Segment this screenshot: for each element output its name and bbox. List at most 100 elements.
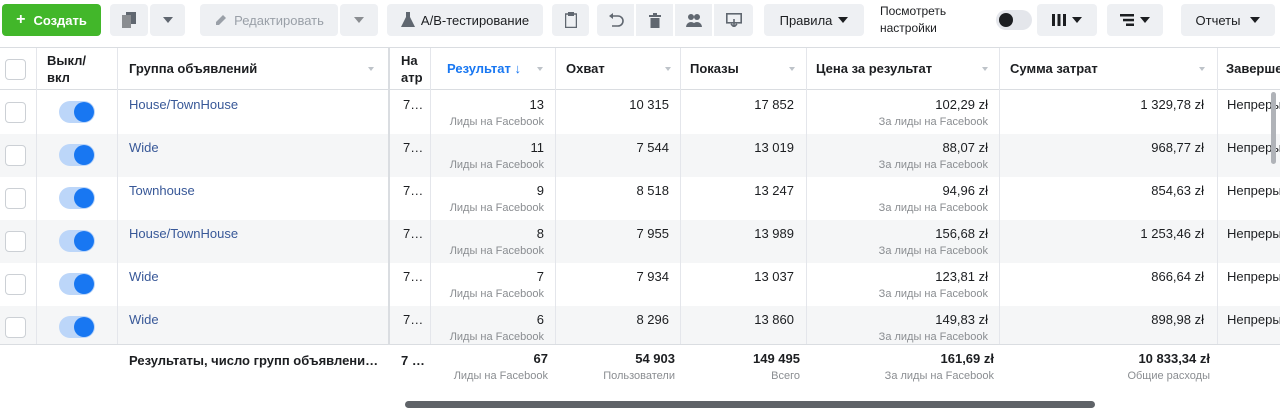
sort-icon (982, 67, 988, 71)
table-row[interactable]: Wide 7… 7 Лиды на Facebook 7 934 13 037 123,81… (0, 263, 1280, 306)
horizontal-scrollbar[interactable] (405, 401, 1095, 408)
view-settings-toggle[interactable] (996, 10, 1032, 30)
header-end[interactable]: Заверше (1226, 48, 1280, 90)
flask-icon (400, 12, 415, 27)
reports-button[interactable]: Отчеты (1181, 4, 1275, 36)
adset-toggle[interactable] (59, 316, 95, 338)
cost-per-result-sub: За лиды на Facebook (878, 245, 988, 257)
clipboard-icon (564, 12, 577, 28)
totals-spend: 10 833,34 zł (1138, 351, 1210, 366)
row-checkbox[interactable] (5, 102, 26, 123)
sort-icon (665, 67, 671, 71)
preview-button[interactable] (714, 4, 753, 36)
plus-icon: + (16, 11, 26, 28)
row-checkbox[interactable] (5, 145, 26, 166)
table-row[interactable]: Wide 7… 11 Лиды на Facebook 7 544 13 019 88,07… (0, 134, 1280, 177)
adset-toggle[interactable] (59, 230, 95, 252)
totals-label: Результаты, число групп объявлени… (129, 353, 379, 368)
people-icon (685, 14, 702, 27)
row-checkbox[interactable] (5, 274, 26, 295)
spend-cell: 898,98 zł (1151, 312, 1204, 327)
chevron-down-icon (1072, 17, 1082, 23)
create-button[interactable]: + Создать (2, 4, 101, 36)
delete-button[interactable] (636, 4, 673, 36)
table-row[interactable]: House/TownHouse 7… 13 Лиды на Facebook 10 31… (0, 91, 1280, 134)
columns-icon (1052, 14, 1066, 26)
row-checkbox[interactable] (5, 188, 26, 209)
duplicate-menu-button[interactable] (150, 4, 185, 36)
toggle-knob (74, 102, 94, 122)
toggle-knob (74, 188, 94, 208)
chevron-down-icon (354, 17, 364, 23)
edit-menu-button[interactable] (340, 4, 378, 36)
header-cost-per-result[interactable]: Цена за результат (816, 48, 998, 90)
totals-results-sub: Лиды на Facebook (453, 370, 548, 382)
toggle-knob (999, 13, 1013, 27)
impressions-cell: 13 860 (754, 312, 794, 327)
attribution-cell: 7… (403, 312, 424, 327)
totals-results: 67 (533, 351, 548, 366)
breakdown-icon (1120, 14, 1134, 26)
chevron-down-icon (838, 17, 849, 23)
edit-button[interactable]: Редактировать (200, 4, 338, 36)
header-results[interactable]: Результат ↓ (447, 48, 553, 90)
sort-icon (789, 67, 795, 71)
chevron-down-icon (1140, 17, 1150, 23)
cost-per-result-sub: За лиды на Facebook (878, 202, 988, 214)
adset-name-link[interactable]: Wide (129, 312, 384, 344)
view-settings-label: Посмотреть настройки (880, 4, 947, 35)
duplicate-button[interactable] (110, 4, 148, 36)
totals-spend-sub: Общие расходы (1127, 370, 1210, 382)
header-reach[interactable]: Охват (566, 48, 681, 90)
totals-impressions: 149 495 (753, 351, 800, 366)
audience-button[interactable] (675, 4, 712, 36)
columns-button[interactable] (1037, 4, 1097, 36)
row-checkbox[interactable] (5, 317, 26, 338)
rules-button[interactable]: Правила (764, 4, 864, 36)
header-adset[interactable]: Группа объявлений (129, 48, 384, 90)
sort-icon (537, 67, 543, 71)
undo-button[interactable] (597, 4, 634, 36)
adset-toggle[interactable] (59, 101, 95, 123)
header-toggle[interactable]: Выкл/ вкл (47, 48, 117, 90)
totals-reach: 54 903 (635, 351, 675, 366)
totals-row: Результаты, число групп объявлени… 7 … 6… (0, 344, 1280, 402)
table-body: House/TownHouse 7… 13 Лиды на Facebook 10 31… (0, 91, 1280, 344)
header-attribution[interactable]: На атр (401, 48, 425, 90)
totals-cost-per-result: 161,69 zł (940, 351, 995, 366)
results-sub: Лиды на Facebook (449, 331, 544, 343)
results-sub: Лиды на Facebook (449, 159, 544, 171)
totals-reach-sub: Пользователи (603, 370, 675, 382)
vertical-scrollbar[interactable] (1271, 92, 1276, 164)
table-row[interactable]: Townhouse 7… 9 Лиды на Facebook 8 518 13 247 9… (0, 177, 1280, 220)
table-row[interactable]: Wide 7… 6 Лиды на Facebook 8 296 13 860 149,83… (0, 306, 1280, 344)
results-sub: Лиды на Facebook (449, 245, 544, 257)
trash-icon (648, 12, 661, 28)
header-impressions[interactable]: Показы (690, 48, 805, 90)
reach-cell: 8 296 (636, 312, 669, 327)
toggle-knob (74, 145, 94, 165)
end-cell: Непреры (1227, 312, 1280, 327)
totals-attribution: 7 … (401, 353, 425, 368)
cost-per-result-sub: За лиды на Facebook (878, 331, 988, 343)
adsets-table: Выкл/ вкл Группа объявлений На атр Резул… (0, 47, 1280, 402)
totals-cost-per-result-sub: За лиды на Facebook (884, 370, 994, 382)
toolbar: + Создать Редактировать A/B-тестирование… (0, 0, 1280, 40)
column-divider (117, 48, 118, 344)
breakdown-button[interactable] (1107, 4, 1163, 36)
results-sub: Лиды на Facebook (449, 288, 544, 300)
sort-icon (368, 67, 374, 71)
adset-toggle[interactable] (59, 273, 95, 295)
header-spend[interactable]: Сумма затрат (1010, 48, 1215, 90)
chevron-down-icon (162, 17, 173, 23)
row-checkbox[interactable] (5, 231, 26, 252)
adset-toggle[interactable] (59, 187, 95, 209)
adset-toggle[interactable] (59, 144, 95, 166)
select-all-checkbox[interactable] (5, 59, 26, 80)
cost-per-result-sub: За лиды на Facebook (878, 288, 988, 300)
results-sub: Лиды на Facebook (449, 116, 544, 128)
clipboard-button[interactable] (552, 4, 589, 36)
pencil-icon (216, 15, 227, 25)
table-row[interactable]: House/TownHouse 7… 8 Лиды на Facebook 7 955 1… (0, 220, 1280, 263)
ab-test-button[interactable]: A/B-тестирование (387, 4, 543, 36)
